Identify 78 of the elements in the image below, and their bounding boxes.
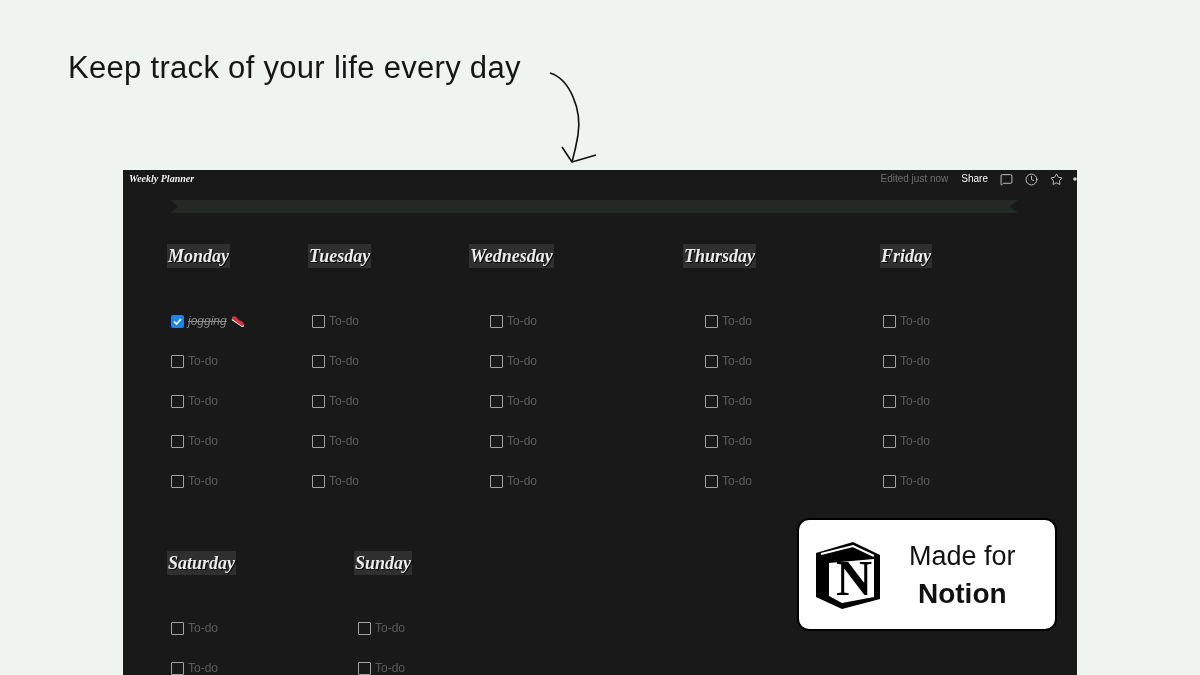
checkbox[interactable] <box>171 354 184 368</box>
checkbox[interactable] <box>171 661 184 675</box>
badge-brand: Notion <box>917 576 1007 611</box>
checkbox[interactable] <box>171 474 184 488</box>
checkbox[interactable] <box>883 474 896 488</box>
checkbox[interactable] <box>490 434 503 448</box>
checkbox[interactable] <box>490 394 503 408</box>
checkbox[interactable] <box>312 394 325 408</box>
checkbox[interactable] <box>358 661 371 675</box>
todo-input[interactable]: To-do <box>375 661 406 675</box>
checkbox[interactable] <box>490 314 503 328</box>
star-icon[interactable] <box>1050 172 1063 186</box>
checkbox[interactable] <box>171 314 184 328</box>
day-heading: Friday <box>880 244 932 268</box>
badge-caption: Made for <box>909 539 1016 573</box>
checkbox[interactable] <box>705 314 718 328</box>
todo-input[interactable]: To-do <box>188 621 219 635</box>
dot-icon[interactable] <box>1073 177 1077 181</box>
day-heading: Tuesday <box>308 244 372 268</box>
todo-input[interactable]: To-do <box>722 314 753 328</box>
day-heading: Thursday <box>683 244 756 268</box>
checkbox[interactable] <box>490 354 503 368</box>
todo-input[interactable]: To-do <box>375 621 406 635</box>
checkbox[interactable] <box>705 474 718 488</box>
checkbox[interactable] <box>883 434 896 448</box>
todo-input[interactable]: To-do <box>900 354 931 368</box>
checkbox[interactable] <box>358 621 371 635</box>
day-heading: Sunday <box>354 551 413 575</box>
checkbox[interactable] <box>312 314 325 328</box>
checkbox[interactable] <box>883 354 896 368</box>
todo-input[interactable]: To-do <box>722 394 753 408</box>
todo-input[interactable]: To-do <box>900 394 931 408</box>
todo-input[interactable]: To-do <box>329 434 360 448</box>
day-heading: Wednesday <box>469 244 554 268</box>
checkbox[interactable] <box>705 354 718 368</box>
checkbox[interactable] <box>490 474 503 488</box>
checkbox[interactable] <box>171 394 184 408</box>
todo-input[interactable]: To-do <box>329 354 360 368</box>
todo-input[interactable]: To-do <box>722 434 753 448</box>
checkbox[interactable] <box>883 314 896 328</box>
todo-input[interactable]: To-do <box>329 394 360 408</box>
share-button[interactable]: Share <box>961 173 988 185</box>
checkbox[interactable] <box>883 394 896 408</box>
checkbox[interactable] <box>312 434 325 448</box>
cube-logo <box>813 539 883 610</box>
logo-letter: N <box>836 552 873 603</box>
checkbox[interactable] <box>705 434 718 448</box>
checkbox[interactable] <box>171 621 184 635</box>
todo-input[interactable]: To-do <box>507 474 538 488</box>
todo-input[interactable]: To-do <box>188 394 219 408</box>
check-icon <box>173 317 182 325</box>
todo-text[interactable]: jogging <box>188 314 227 328</box>
todo-input[interactable]: To-do <box>329 314 360 328</box>
comment-icon[interactable] <box>1000 172 1013 186</box>
todo-input[interactable]: To-do <box>188 354 219 368</box>
history-icon[interactable] <box>1025 172 1038 186</box>
day-heading: Monday <box>167 244 230 268</box>
todo-input[interactable]: To-do <box>722 474 753 488</box>
day-heading: Saturday <box>167 551 237 575</box>
todo-input[interactable]: To-do <box>507 314 538 328</box>
todo-input[interactable]: To-do <box>507 354 538 368</box>
todo-input[interactable]: To-do <box>900 474 931 488</box>
todo-input[interactable]: To-do <box>188 434 219 448</box>
checkbox[interactable] <box>171 434 184 448</box>
todo-input[interactable]: To-do <box>507 394 538 408</box>
todo-input[interactable]: To-do <box>188 661 219 675</box>
checkbox[interactable] <box>705 394 718 408</box>
todo-input[interactable]: To-do <box>329 474 360 488</box>
todo-input[interactable]: To-do <box>722 354 753 368</box>
checkbox[interactable] <box>312 474 325 488</box>
todo-input[interactable]: To-do <box>507 434 538 448</box>
checkbox[interactable] <box>312 354 325 368</box>
todo-input[interactable]: To-do <box>900 314 931 328</box>
edit-status: Edited just now <box>880 173 949 185</box>
todo-input[interactable]: To-do <box>900 434 931 448</box>
page-title: Weekly Planner <box>129 173 195 185</box>
headline: Keep track of your life every day <box>68 50 521 86</box>
todo-input[interactable]: To-do <box>188 474 219 488</box>
